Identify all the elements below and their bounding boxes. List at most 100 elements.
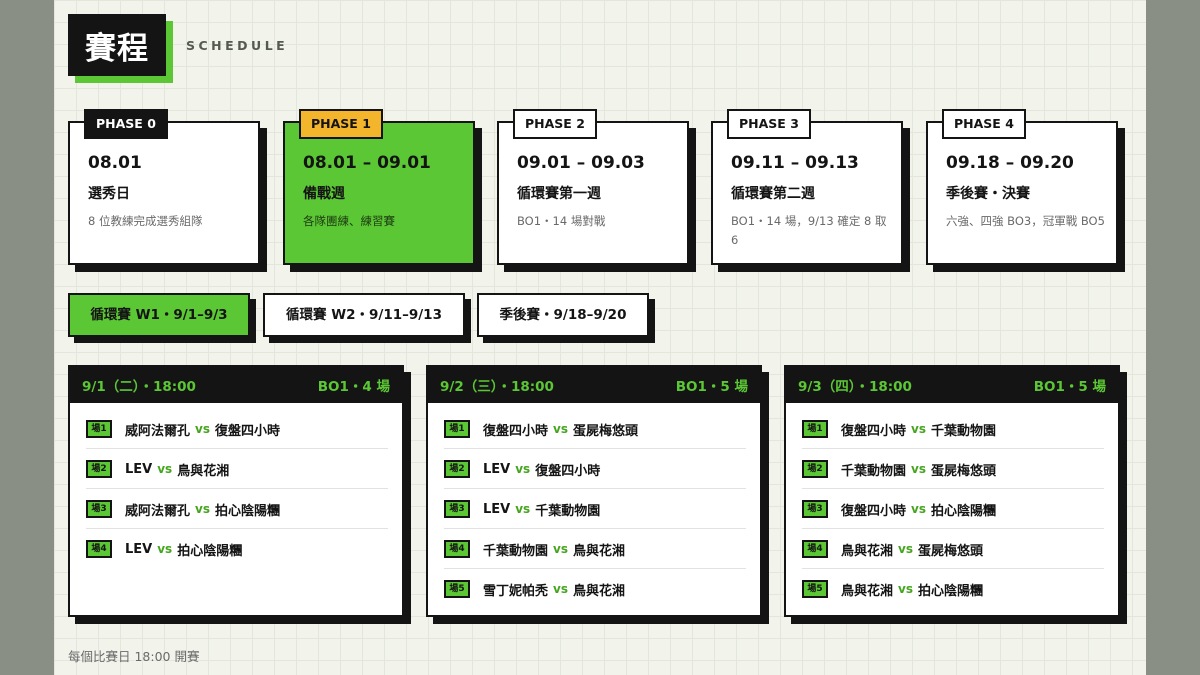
day-header: 9/3（四）・18:00 BO1・5 場 <box>786 367 1118 403</box>
phase-tag: PHASE 0 <box>84 109 168 139</box>
match-row[interactable]: 場2 千葉動物園 vs 蛋屍梅悠頭 <box>802 450 1104 489</box>
match-row[interactable]: 場1 威阿法爾孔 vs 復盤四小時 <box>86 410 388 449</box>
match-row[interactable]: 場2 LEV vs 鳥與花湘 <box>86 450 388 489</box>
away-team: 鳥與花湘 <box>572 583 625 599</box>
away-team: 蛋屍梅悠頭 <box>572 423 638 439</box>
home-team: 威阿法爾孔 <box>125 423 191 439</box>
day-header: 9/1（二）・18:00 BO1・4 場 <box>70 367 402 403</box>
day-format: BO1・5 場 <box>675 379 748 395</box>
match-row[interactable]: 場4 千葉動物園 vs 鳥與花湘 <box>444 530 746 569</box>
home-team: LEV <box>125 541 153 557</box>
home-team: 威阿法爾孔 <box>125 503 191 519</box>
match-number-badge: 場5 <box>802 580 828 598</box>
vs-label: vs <box>911 502 926 516</box>
vs-label: vs <box>898 582 913 596</box>
home-team: LEV <box>483 461 511 477</box>
schedule-page: 賽程 SCHEDULE PHASE 0 08.01 選秀日 8 位教練完成選秀組… <box>54 0 1146 675</box>
tab-round-robin-w2[interactable]: 循環賽 W2・9/11–9/13 <box>263 293 465 337</box>
day-date: 9/2（三）・18:00 <box>440 379 554 395</box>
vs-label: vs <box>553 422 568 436</box>
phase-date: 08.01 – 09.01 <box>303 153 431 173</box>
day-format: BO1・4 場 <box>317 379 390 395</box>
match-row[interactable]: 場1 復盤四小時 vs 蛋屍梅悠頭 <box>444 410 746 449</box>
match-row[interactable]: 場3 威阿法爾孔 vs 拍心陰陽糰 <box>86 490 388 529</box>
vs-label: vs <box>911 422 926 436</box>
match-row[interactable]: 場4 鳥與花湘 vs 蛋屍梅悠頭 <box>802 530 1104 569</box>
phase-card-3: PHASE 3 09.11 – 09.13 循環賽第二週 BO1・14 場，9/… <box>711 109 903 265</box>
phase-tag: PHASE 1 <box>299 109 383 139</box>
match-row[interactable]: 場5 鳥與花湘 vs 拍心陰陽糰 <box>802 570 1104 608</box>
phase-date: 09.01 – 09.03 <box>517 153 645 173</box>
phase-description: BO1・14 場對戰 <box>517 214 606 228</box>
home-team: 復盤四小時 <box>483 423 549 439</box>
day-card-0903: 9/3（四）・18:00 BO1・5 場 場1 復盤四小時 vs 千葉動物園 場2 千葉… <box>784 365 1120 617</box>
footer-note: 每個比賽日 18:00 開賽 <box>68 649 200 664</box>
home-team: 雪丁妮帕秃 <box>483 583 549 599</box>
match-number-badge: 場5 <box>444 580 470 598</box>
match-row[interactable]: 場4 LEV vs 拍心陰陽糰 <box>86 530 388 568</box>
away-team: 鳥與花湘 <box>572 543 625 559</box>
match-number-badge: 場2 <box>802 460 828 478</box>
match-list: 場1 復盤四小時 vs 蛋屍梅悠頭 場2 LEV vs 復盤四小時 場3 LEV vs 千葉動物園… <box>428 403 760 608</box>
home-team: 千葉動物園 <box>483 543 549 559</box>
vs-label: vs <box>515 462 531 476</box>
phase-card-4: PHASE 4 09.18 – 09.20 季後賽・決賽 六強、四強 BO3，冠… <box>926 109 1118 265</box>
vs-label: vs <box>898 542 913 556</box>
match-number-badge: 場3 <box>444 500 470 518</box>
match-number-badge: 場2 <box>444 460 470 478</box>
away-team: 拍心陰陽糰 <box>917 583 983 599</box>
tab-round-robin-w1[interactable]: 循環賽 W1・9/1–9/3 <box>68 293 250 337</box>
phase-date: 08.01 <box>88 153 142 173</box>
day-header: 9/2（三）・18:00 BO1・5 場 <box>428 367 760 403</box>
away-team: 蛋屍梅悠頭 <box>930 463 996 479</box>
phase-tag: PHASE 4 <box>942 109 1026 139</box>
vs-label: vs <box>157 462 173 476</box>
away-team: 千葉動物園 <box>535 503 601 519</box>
away-team: 拍心陰陽糰 <box>930 503 996 519</box>
away-team: 千葉動物園 <box>930 423 996 439</box>
day-format: BO1・5 場 <box>1033 379 1106 395</box>
phase-description: 8 位教練完成選秀組隊 <box>88 214 203 228</box>
match-row[interactable]: 場2 LEV vs 復盤四小時 <box>444 450 746 489</box>
vs-label: vs <box>553 582 568 596</box>
phase-card-2: PHASE 2 09.01 – 09.03 循環賽第一週 BO1・14 場對戰 <box>497 109 689 265</box>
match-list: 場1 威阿法爾孔 vs 復盤四小時 場2 LEV vs 鳥與花湘 場3 威阿法爾孔 vs 拍心陰陽… <box>70 403 402 568</box>
phase-description: BO1・14 場，9/13 確定 8 取 6 <box>731 214 887 247</box>
vs-label: vs <box>553 542 568 556</box>
match-row[interactable]: 場3 復盤四小時 vs 拍心陰陽糰 <box>802 490 1104 529</box>
phase-date: 09.11 – 09.13 <box>731 153 859 173</box>
vs-label: vs <box>157 542 173 556</box>
match-row[interactable]: 場5 雪丁妮帕秃 vs 鳥與花湘 <box>444 570 746 608</box>
phase-name: 季後賽・決賽 <box>946 186 1030 202</box>
match-list: 場1 復盤四小時 vs 千葉動物園 場2 千葉動物園 vs 蛋屍梅悠頭 場3 復盤四小時 vs 拍… <box>786 403 1118 608</box>
day-card-0902: 9/2（三）・18:00 BO1・5 場 場1 復盤四小時 vs 蛋屍梅悠頭 場2 LE… <box>426 365 762 617</box>
vs-label: vs <box>195 422 210 436</box>
match-number-badge: 場3 <box>86 500 112 518</box>
phase-name: 循環賽第一週 <box>517 186 601 202</box>
away-team: 復盤四小時 <box>535 463 601 479</box>
title-block: 賽程 <box>68 14 166 76</box>
away-team: 蛋屍梅悠頭 <box>917 543 983 559</box>
away-team: 拍心陰陽糰 <box>214 503 280 519</box>
match-number-badge: 場1 <box>802 420 828 438</box>
match-number-badge: 場2 <box>86 460 112 478</box>
tab-playoffs[interactable]: 季後賽・9/18–9/20 <box>477 293 649 337</box>
home-team: 鳥與花湘 <box>841 543 894 559</box>
away-team: 鳥與花湘 <box>177 463 230 479</box>
phase-description: 各隊團練、練習賽 <box>303 214 395 228</box>
match-number-badge: 場4 <box>86 540 112 558</box>
page-title: 賽程 <box>85 30 149 67</box>
day-date: 9/1（二）・18:00 <box>82 379 196 395</box>
match-number-badge: 場3 <box>802 500 828 518</box>
day-date: 9/3（四）・18:00 <box>798 379 912 395</box>
home-team: 復盤四小時 <box>841 503 907 519</box>
phase-tag: PHASE 3 <box>727 109 811 139</box>
phase-description: 六強、四強 BO3，冠軍戰 BO5 <box>946 214 1105 228</box>
match-row[interactable]: 場3 LEV vs 千葉動物園 <box>444 490 746 529</box>
phase-tag: PHASE 2 <box>513 109 597 139</box>
phase-name: 備戰週 <box>303 186 345 202</box>
match-number-badge: 場4 <box>444 540 470 558</box>
match-row[interactable]: 場1 復盤四小時 vs 千葉動物園 <box>802 410 1104 449</box>
home-team: 鳥與花湘 <box>841 583 894 599</box>
page-subtitle: SCHEDULE <box>186 38 289 53</box>
